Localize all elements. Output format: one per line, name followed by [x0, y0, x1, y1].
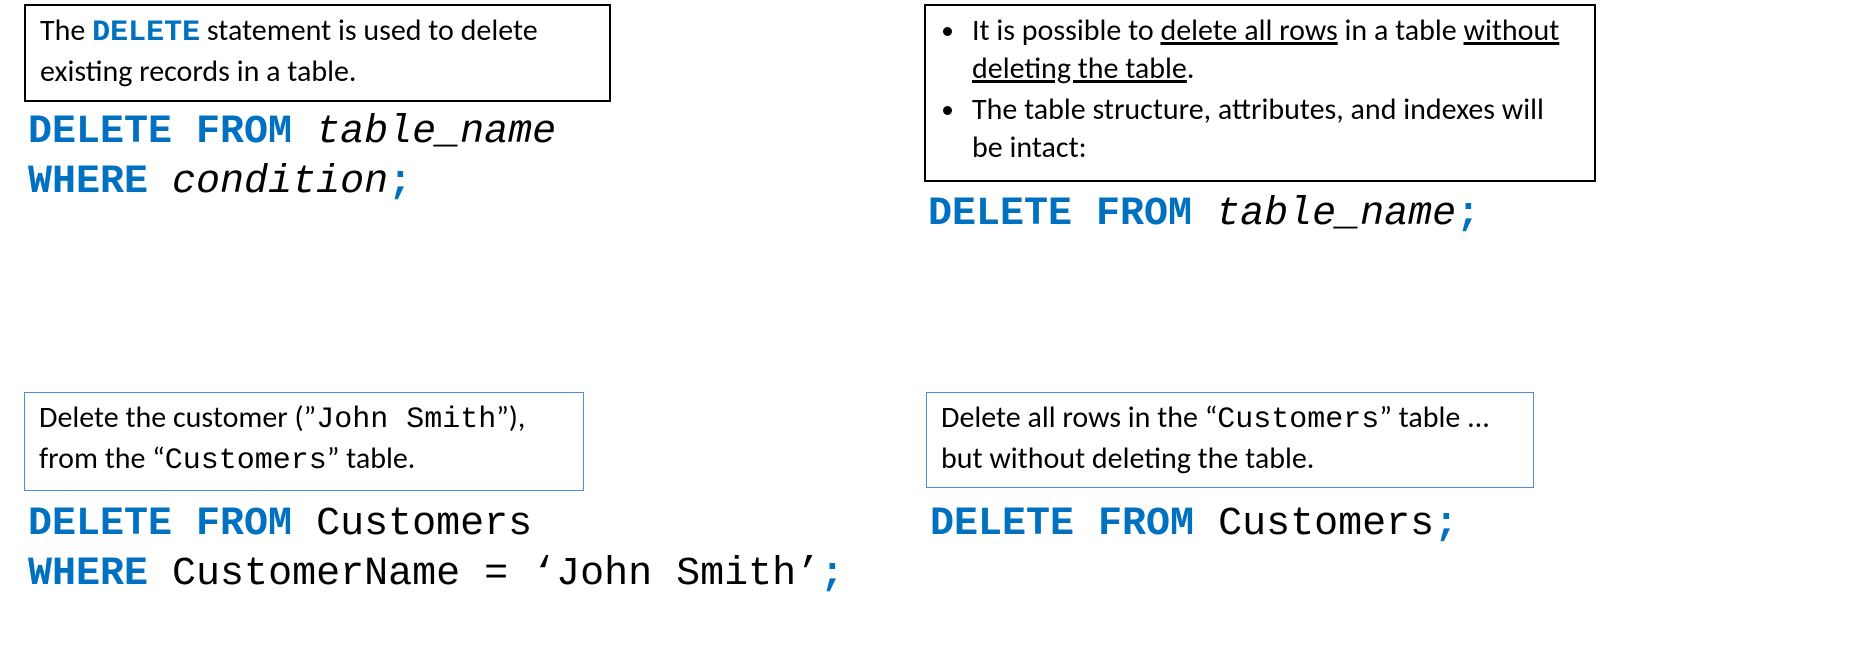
- example-delete-all-customers: DELETE FROM Customers;: [930, 500, 1458, 550]
- b1-mid: in a table: [1338, 12, 1464, 49]
- ex1-line2: WHERE CustomerName = ‘John Smith’;: [28, 550, 844, 600]
- t1-table: Customers: [165, 444, 327, 478]
- t1-name: John Smith: [316, 403, 496, 437]
- syntax-line1: DELETE FROM table_name: [28, 108, 556, 158]
- kw-delete-from: DELETE FROM: [930, 502, 1194, 547]
- syntax-line2: WHERE condition;: [28, 158, 556, 208]
- notes-bullet-2: The table structure, attributes, and ind…: [968, 91, 1580, 166]
- task-delete-all-rows: Delete all rows in the “Customers” table…: [926, 392, 1534, 488]
- placeholder-table-name: table_name: [316, 110, 556, 155]
- t2-tq1: “: [1205, 399, 1218, 436]
- kw-delete-from: DELETE FROM: [28, 110, 292, 155]
- kw-delete-from: DELETE FROM: [928, 192, 1192, 237]
- task-delete-john-smith: Delete the customer (”John Smith”), from…: [24, 392, 584, 491]
- placeholder-table-name: table_name: [1216, 192, 1456, 237]
- ex1-table: Customers: [316, 502, 532, 547]
- semicolon: ;: [820, 552, 844, 597]
- t2-table: Customers: [1217, 403, 1379, 437]
- t2-pre: Delete all rows in the: [941, 399, 1205, 436]
- kw-where: WHERE: [28, 552, 148, 597]
- semicolon: ;: [1456, 192, 1480, 237]
- b1-underline-1: delete all rows: [1160, 12, 1337, 49]
- notes-bullet-1: It is possible to delete all rows in a t…: [968, 12, 1580, 87]
- example-delete-john-smith: DELETE FROM Customers WHERE CustomerName…: [28, 500, 844, 600]
- t1-q1: ”: [304, 399, 317, 436]
- t2-tq2: ”: [1379, 399, 1392, 436]
- ex2-table: Customers: [1218, 502, 1434, 547]
- t1-tq2: ”: [327, 440, 340, 477]
- ex1-line1: DELETE FROM Customers: [28, 500, 844, 550]
- kw-where: WHERE: [28, 160, 148, 205]
- delete-syntax-all-rows: DELETE FROM table_name;: [928, 190, 1480, 240]
- b1-pre: It is possible to: [972, 12, 1160, 49]
- delete-syntax-with-where: DELETE FROM table_name WHERE condition;: [28, 108, 556, 208]
- kw-delete-from: DELETE FROM: [28, 502, 292, 547]
- t1-tq1: “: [152, 440, 165, 477]
- intro-keyword: DELETE: [92, 16, 200, 50]
- t1-post: table.: [339, 440, 415, 477]
- delete-intro-box: The DELETE statement is used to delete e…: [24, 4, 611, 102]
- t1-pre: Delete the customer (: [39, 399, 304, 436]
- b1-post: .: [1187, 50, 1195, 87]
- semicolon: ;: [388, 160, 412, 205]
- intro-text-pre: The: [40, 12, 92, 49]
- delete-notes-box: It is possible to delete all rows in a t…: [924, 4, 1596, 182]
- placeholder-condition: condition: [172, 160, 388, 205]
- notes-list: It is possible to delete all rows in a t…: [940, 12, 1580, 166]
- t1-q2: ”: [496, 399, 509, 436]
- ex1-condition: CustomerName = ‘John Smith’: [172, 552, 820, 597]
- semicolon: ;: [1434, 502, 1458, 547]
